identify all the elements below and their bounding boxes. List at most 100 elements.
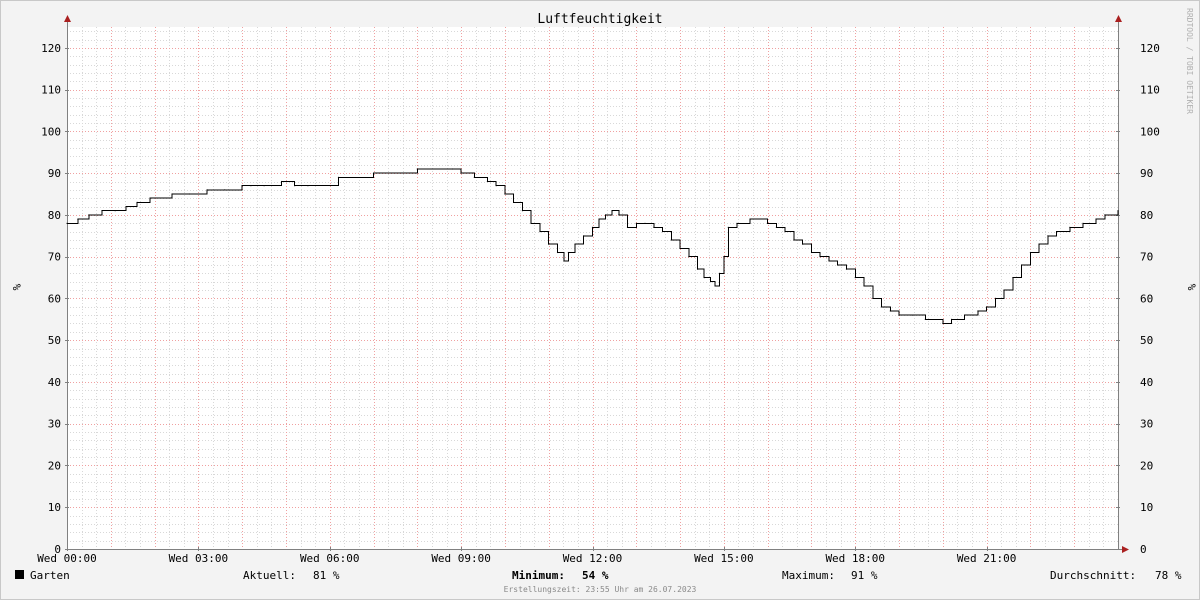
y-tick-label-left: 50 [48,334,61,347]
y-tick-label-right: 60 [1140,292,1153,305]
data-point [206,189,208,191]
y-tick-label-right: 100 [1140,125,1160,138]
legend-durchschnitt-label: Durchschnitt: [1050,569,1136,582]
data-point [942,322,944,325]
y-tick-label-left: 20 [48,459,61,472]
legend-minimum-label: Minimum: [512,569,565,582]
data-point [710,281,712,283]
data-point [171,193,173,195]
data-point [775,226,778,228]
data-point [136,201,138,203]
data-point [66,222,68,224]
y-tick-label-left: 40 [48,376,61,389]
y-tick-label-right: 50 [1140,334,1153,347]
data-point [1038,243,1040,245]
data-point [679,247,681,249]
y-tick-label-right: 10 [1140,501,1153,514]
humidity-chart: 0102030405060708090100110120 01020304050… [0,0,1200,600]
legend-minimum-value: 54 % [582,569,609,582]
y-tick-label-right: 40 [1140,376,1153,389]
data-point [504,193,506,195]
data-point [703,277,705,279]
data-point [924,318,926,320]
data-point [723,256,725,258]
data-point [513,201,515,203]
data-point [986,306,988,308]
data-point [872,297,874,299]
data-point [1029,251,1031,254]
data-point [845,268,848,270]
data-point [977,310,979,312]
data-point [644,222,646,224]
data-point [793,239,795,241]
data-point [250,185,252,187]
y-tick-label-right: 70 [1140,251,1153,264]
legend-durchschnitt-value: 78 % [1155,569,1182,582]
data-point [539,231,541,233]
data-point [688,256,690,258]
data-point [784,231,786,233]
data-point [451,168,453,170]
y-tick-label-left: 120 [41,42,61,55]
data-point [567,251,570,254]
data-point [749,218,751,220]
y-tick-label-right: 90 [1140,167,1153,180]
data-point [837,264,839,266]
data-point [1047,235,1049,237]
data-point [802,243,804,245]
data-point [372,172,375,174]
data-point [149,197,151,199]
data-point [911,314,913,316]
y-tick-label-left: 90 [48,167,61,180]
data-point [263,185,265,187]
y-tick-label-right: 0 [1140,543,1147,556]
x-tick-label: Wed 15:00 [694,552,754,565]
footer-timestamp: Erstellungszeit: 23:55 Uhr am 26.07.2023 [504,585,697,594]
data-point [736,222,738,224]
data-point [224,189,226,191]
data-point [556,251,559,254]
y-tick-label-left: 30 [48,418,61,431]
data-point [598,218,600,220]
data-point [1069,226,1071,228]
y-tick-label-left: 60 [48,292,61,305]
data-point [662,231,664,233]
data-point [810,251,813,254]
legend-aktuell-label: Aktuell: [243,569,296,582]
data-point [101,210,103,212]
data-point [618,214,620,216]
data-point [1056,231,1058,233]
data-point [653,226,655,228]
x-tick-label: Wed 09:00 [431,552,491,565]
legend-series-name: Garten [30,569,70,582]
data-point [964,314,966,316]
legend-maximum-value: 91 % [851,569,878,582]
data-point [583,235,585,237]
data-point [548,243,550,245]
data-point [1095,218,1097,220]
data-point [1021,264,1023,266]
data-point [486,180,488,183]
data-point [114,210,116,212]
legend-aktuell-value: 81 % [313,569,340,582]
data-point [889,310,891,312]
data-point [951,318,953,320]
data-point [670,239,672,241]
y-axis-label-right: % [1185,284,1198,291]
x-tick-label: Wed 12:00 [563,552,623,565]
x-tick-label: Wed 00:00 [37,552,97,565]
data-point [1104,214,1106,216]
data-point [473,176,475,178]
data-point [294,185,296,187]
data-point [880,306,883,308]
data-point [281,180,283,183]
data-point [714,285,716,287]
data-point [994,297,997,299]
data-point [626,226,629,228]
data-point [605,214,607,216]
data-point [819,256,821,258]
y-tick-label-left: 100 [41,125,61,138]
chart-title: Luftfeuchtigkeit [537,12,662,27]
data-point [697,268,699,270]
x-tick-label: Wed 06:00 [300,552,360,565]
